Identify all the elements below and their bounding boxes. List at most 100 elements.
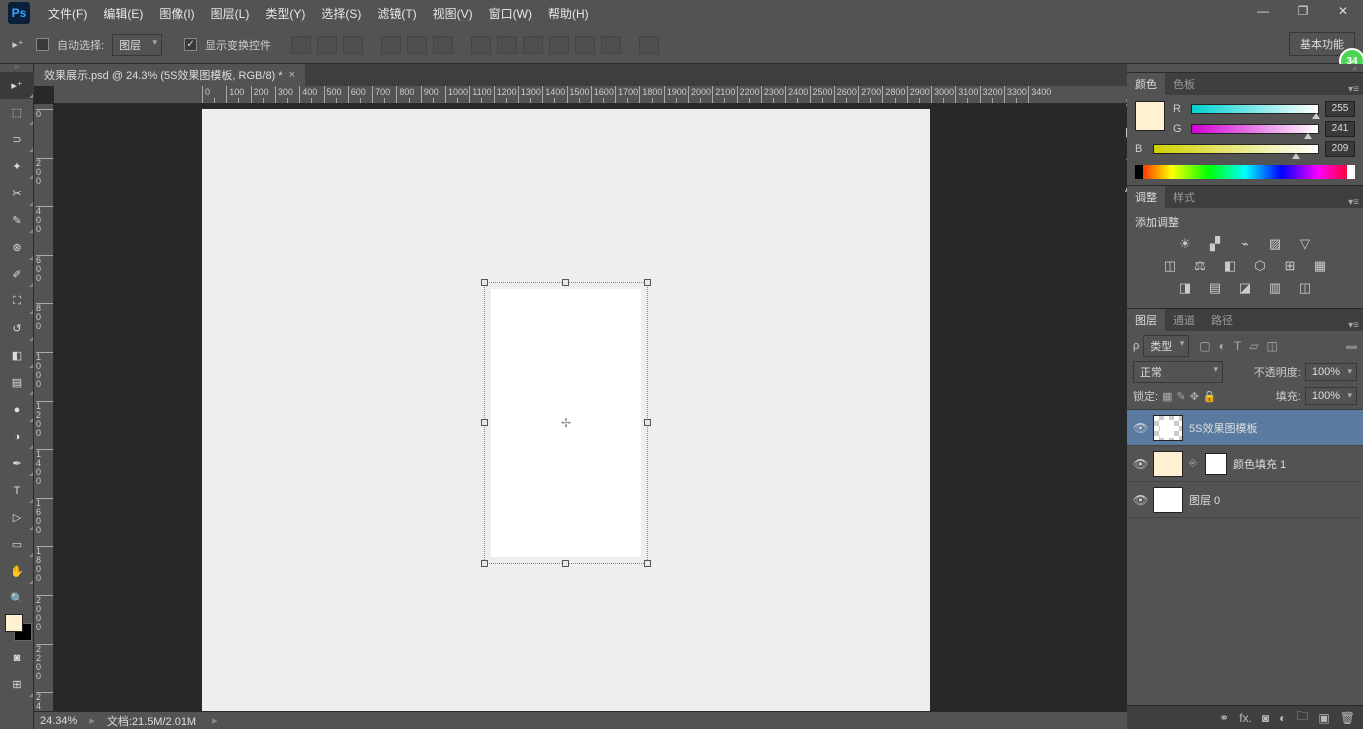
filter-adjust-icon[interactable]: ◐ [1219,339,1226,353]
layer-name[interactable]: 颜色填充 1 [1233,456,1357,472]
mask-thumb[interactable] [1205,453,1227,475]
g-value[interactable]: 241 [1325,121,1355,137]
handle-sw[interactable] [481,560,488,567]
menu-edit[interactable]: 编辑(E) [95,2,151,25]
threshold-icon[interactable]: ◪ [1235,280,1255,296]
layer-name[interactable]: 图层 0 [1189,492,1357,508]
menu-filter[interactable]: 滤镜(T) [369,2,424,25]
lock-move-icon[interactable]: ✥ [1190,390,1199,403]
handle-se[interactable] [644,560,651,567]
marquee-tool[interactable]: ⬚ [0,99,34,126]
layer-row[interactable]: 👁 ⎆ 颜色填充 1 [1127,446,1363,482]
move-tool[interactable]: ▸⁺ [0,72,34,99]
auto-select-target[interactable]: 图层 [112,34,162,56]
link-layers-icon[interactable]: ⚭ [1219,711,1229,725]
distribute-icon[interactable] [549,36,569,54]
hand-tool[interactable]: ✋ [0,558,34,585]
bw-icon[interactable]: ◧ [1220,258,1240,274]
doc-size[interactable]: 文档:21.5M/2.01M [107,713,196,729]
styles-tab[interactable]: 样式 [1165,186,1203,208]
dodge-tool[interactable]: ◑ [0,423,34,450]
exposure-icon[interactable]: ▨ [1265,236,1285,252]
ruler-horizontal[interactable]: 0100200300400500600700800900100011001200… [54,86,1127,104]
align-icon[interactable] [291,36,311,54]
menu-window[interactable]: 窗口(W) [481,2,540,25]
visibility-icon[interactable]: 👁 [1133,421,1147,435]
new-fill-icon[interactable]: ◐ [1279,711,1286,725]
fill-value[interactable]: 100% [1305,387,1357,405]
crop-tool[interactable]: ✂ [0,180,34,207]
eraser-tool[interactable]: ◧ [0,342,34,369]
type-tool[interactable]: T [0,477,34,504]
invert-icon[interactable]: ◨ [1175,280,1195,296]
eyedropper-tool[interactable]: ✎ [0,207,34,234]
layer-fx-icon[interactable]: fx. [1239,711,1252,725]
canvas-area[interactable]: ✢ [54,104,1127,711]
distribute-icon[interactable] [471,36,491,54]
b-slider[interactable] [1153,144,1319,154]
distribute-icon[interactable] [523,36,543,54]
gradient-map-icon[interactable]: ▥ [1265,280,1285,296]
hue-icon[interactable]: ◫ [1160,258,1180,274]
lock-all-icon[interactable]: 🔒 [1203,390,1217,403]
maximize-button[interactable]: ❐ [1289,2,1317,20]
levels-icon[interactable]: ▞ [1205,236,1225,252]
filter-pixel-icon[interactable]: ▢ [1199,339,1210,353]
swatches-tab[interactable]: 色板 [1165,73,1203,95]
distribute-icon[interactable] [639,36,659,54]
filter-toggle[interactable]: ▬ [1346,340,1357,352]
align-icon[interactable] [317,36,337,54]
path-select-tool[interactable]: ▷ [0,504,34,531]
zoom-level[interactable]: 24.34% [40,715,77,727]
selective-icon[interactable]: ◫ [1295,280,1315,296]
color-tab[interactable]: 颜色 [1127,73,1165,95]
photo-filter-icon[interactable]: ⬡ [1250,258,1270,274]
menu-file[interactable]: 文件(F) [40,2,95,25]
color-preview[interactable] [1135,101,1165,131]
filter-shape-icon[interactable]: ▱ [1249,339,1258,353]
b-value[interactable]: 209 [1325,141,1355,157]
visibility-icon[interactable]: 👁 [1133,493,1147,507]
layer-filter-kind[interactable]: 类型 [1143,335,1189,357]
brush-tool[interactable]: ✐ [0,261,34,288]
adjustments-tab[interactable]: 调整 [1127,186,1165,208]
panel-menu-icon[interactable]: ▾≡ [1348,197,1359,208]
history-brush-tool[interactable]: ↺ [0,315,34,342]
zoom-tool[interactable]: 🔍 [0,585,34,612]
handle-s[interactable] [562,560,569,567]
panel-menu-icon[interactable]: ▾≡ [1348,84,1359,95]
auto-select-checkbox[interactable] [36,38,49,51]
transform-box[interactable]: ✢ [484,282,648,564]
healing-tool[interactable]: ⊛ [0,234,34,261]
distribute-icon[interactable] [601,36,621,54]
screenmode-tool[interactable]: ⊞ [0,671,34,698]
menu-image[interactable]: 图像(I) [151,2,202,25]
r-value[interactable]: 255 [1325,101,1355,117]
filter-type-icon[interactable]: T [1234,339,1241,353]
panel-menu-icon[interactable]: ▾≡ [1348,320,1359,331]
handle-e[interactable] [644,419,651,426]
channels-tab[interactable]: 通道 [1165,309,1203,331]
paths-tab[interactable]: 路径 [1203,309,1241,331]
layer-thumb[interactable] [1153,415,1183,441]
lookup-icon[interactable]: ▦ [1310,258,1330,274]
layer-name[interactable]: 5S效果图模板 [1189,420,1357,436]
blend-mode-select[interactable]: 正常 [1133,361,1223,383]
delete-layer-icon[interactable]: 🗑 [1340,711,1355,725]
vibrance-icon[interactable]: ▽ [1295,236,1315,252]
layer-row[interactable]: 👁 5S效果图模板 [1127,410,1363,446]
lock-pixels-icon[interactable]: ▦ [1162,390,1172,403]
foreground-swatch[interactable] [5,614,23,632]
add-mask-icon[interactable]: ◙ [1262,711,1269,725]
g-slider[interactable] [1191,124,1319,134]
handle-w[interactable] [481,419,488,426]
align-icon[interactable] [433,36,453,54]
distribute-icon[interactable] [497,36,517,54]
curves-icon[interactable]: ⌁ [1235,236,1255,252]
balance-icon[interactable]: ⚖ [1190,258,1210,274]
document-tab[interactable]: 效果展示.psd @ 24.3% (5S效果图模板, RGB/8) * × [34,64,305,86]
posterize-icon[interactable]: ▤ [1205,280,1225,296]
layer-thumb[interactable] [1153,487,1183,513]
menu-layer[interactable]: 图层(L) [203,2,258,25]
align-icon[interactable] [381,36,401,54]
